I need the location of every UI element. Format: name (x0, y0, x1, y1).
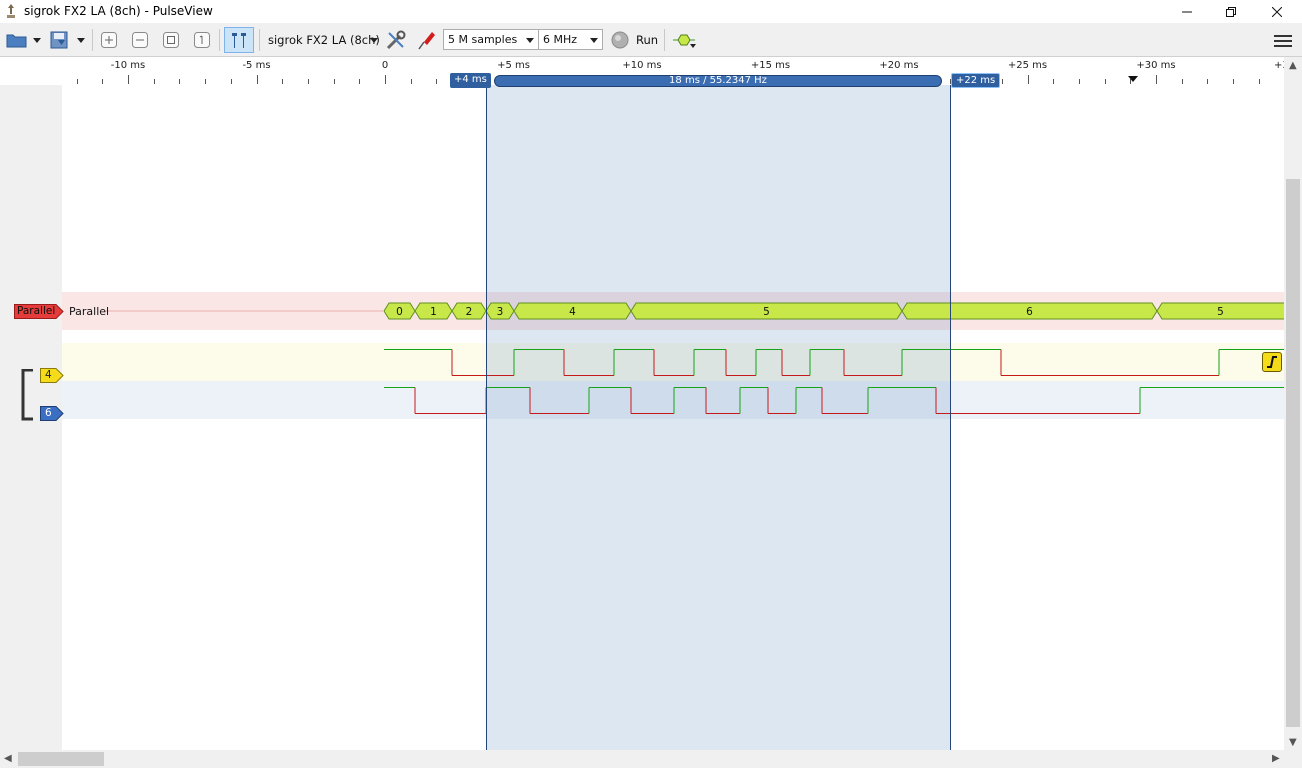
horizontal-scroll-thumb[interactable] (18, 752, 104, 766)
cursor-right-flag[interactable]: +22 ms (951, 73, 1001, 88)
channel-4-waveform (384, 349, 1284, 376)
ruler-tick (1053, 79, 1054, 84)
ruler-tick (179, 79, 180, 84)
ruler-tick (102, 79, 103, 84)
decoder-tag-text: Parallel (17, 305, 56, 317)
decoder-tag[interactable]: Parallel (14, 304, 64, 322)
ruler-label: +10 ms (622, 60, 662, 71)
cursor-left-flag[interactable]: +4 ms (450, 73, 491, 88)
ruler-tick (385, 75, 386, 84)
decoder-annotation-label: 4 (569, 306, 576, 318)
trigger-marker-icon (1128, 76, 1138, 82)
ruler-label: +15 ms (750, 60, 791, 71)
rising-edge-trigger-icon[interactable] (1262, 352, 1282, 372)
ruler-tick (308, 79, 309, 84)
cursor-right-line[interactable] (950, 85, 951, 750)
decoder-annotation-label: 2 (466, 306, 473, 318)
ruler-tick (1233, 79, 1234, 84)
horizontal-scrollbar[interactable]: ◀ ▶ (0, 750, 1302, 768)
decoder-annotation-label: 6 (1026, 306, 1033, 318)
channel-6-tag-shape (40, 406, 64, 421)
cursor-left-line[interactable] (486, 85, 487, 750)
ruler-label: +30 ms (1136, 60, 1176, 71)
ruler-label: +25 ms (1007, 60, 1048, 71)
ruler-tick (205, 79, 206, 84)
ruler-tick (334, 79, 335, 84)
ruler-tick (77, 79, 78, 84)
ruler-tick (411, 79, 412, 84)
decoder-annotation-label: 3 (497, 306, 504, 318)
decoder-annotation-label: 5 (763, 306, 770, 318)
channel-4-tag-shape (40, 368, 64, 383)
channel-group-bracket (21, 369, 33, 421)
ruler-tick (436, 79, 437, 84)
channel-4-label: 4 (45, 369, 52, 381)
vertical-scroll-thumb[interactable] (1286, 179, 1300, 727)
ruler-tick (1028, 75, 1029, 84)
ruler-tick (231, 79, 232, 84)
channel-6-tag[interactable]: 6 (40, 406, 64, 424)
ruler-tick (1002, 79, 1003, 84)
channel-4-tag[interactable]: 4 (40, 368, 64, 386)
vertical-scrollbar[interactable]: ▲ ▼ (1284, 57, 1302, 750)
ruler-tick (1207, 79, 1208, 84)
ruler-tick (1079, 79, 1080, 84)
ruler-label: -5 ms (242, 60, 271, 71)
cursor-span-label[interactable]: 18 ms / 55.2347 Hz (494, 75, 942, 87)
decoder-annotation-label: 1 (430, 306, 437, 318)
ruler-label: +5 ms (497, 60, 530, 71)
ruler-tick (1156, 75, 1157, 84)
scroll-left-icon[interactable]: ◀ (4, 753, 12, 764)
ruler-label: 0 (381, 60, 389, 71)
ruler-tick (257, 75, 258, 84)
channel-6-waveform (384, 387, 1284, 414)
scroll-right-icon[interactable]: ▶ (1272, 753, 1280, 764)
ruler-tick (359, 79, 360, 84)
ruler-label: +20 ms (879, 60, 919, 71)
channel-6-label: 6 (45, 407, 52, 419)
scroll-up-icon[interactable]: ▲ (1289, 60, 1297, 71)
ruler-tick (154, 79, 155, 84)
ruler-tick (128, 75, 129, 84)
ruler-label: -10 ms (110, 60, 146, 71)
decoder-name: Parallel (69, 305, 110, 318)
ruler-tick (1182, 79, 1183, 84)
scroll-down-icon[interactable]: ▼ (1289, 737, 1297, 748)
ruler-tick (282, 79, 283, 84)
decoder-annotation-label: 0 (396, 306, 403, 318)
ruler-tick (1259, 79, 1260, 84)
ruler-tick (1105, 79, 1106, 84)
decoder-annotation-label: 5 (1217, 306, 1224, 318)
waveform-canvas: 0 1 2 3 4 5 6 5 (104, 290, 1302, 414)
